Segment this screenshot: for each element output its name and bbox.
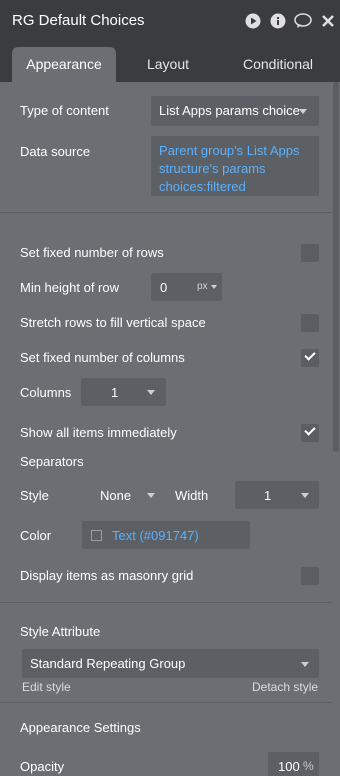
section-divider <box>0 702 332 703</box>
data-source-line: choices:filtered <box>159 179 246 194</box>
chevron-down-icon <box>301 493 309 498</box>
chevron-down-icon <box>147 493 155 498</box>
check-icon <box>304 349 316 361</box>
set-fixed-rows-checkbox[interactable] <box>301 244 319 262</box>
check-icon <box>304 424 316 436</box>
chevron-down-icon <box>211 285 217 289</box>
opacity-unit: % <box>303 759 314 773</box>
set-fixed-columns-checkbox[interactable] <box>301 349 319 367</box>
min-height-row-input[interactable]: 0 px <box>151 273 222 301</box>
show-all-items-label: Show all items immediately <box>20 425 177 440</box>
set-fixed-rows-label: Set fixed number of rows <box>20 245 164 260</box>
style-attribute-label: Style Attribute <box>20 624 101 639</box>
tab-conditional[interactable]: Conditional <box>226 47 330 82</box>
section-divider <box>0 602 332 603</box>
separator-width-dropdown[interactable]: 1 <box>235 481 319 509</box>
data-source-line: structure's params <box>159 161 266 176</box>
separators-label: Separators <box>20 454 84 469</box>
data-source-line: Parent group's List Apps <box>159 143 300 158</box>
color-swatch[interactable] <box>91 530 102 541</box>
type-of-content-value: List Apps params choice <box>159 103 300 118</box>
masonry-checkbox[interactable] <box>301 567 319 585</box>
scrollbar[interactable] <box>333 82 339 452</box>
min-height-row-value: 0 <box>160 280 168 295</box>
columns-value: 1 <box>111 385 119 400</box>
separator-style-value: None <box>100 488 132 503</box>
close-icon[interactable] <box>320 13 336 29</box>
style-value: Standard Repeating Group <box>30 656 186 671</box>
set-fixed-columns-label: Set fixed number of columns <box>20 350 185 365</box>
section-divider <box>0 212 332 213</box>
play-icon[interactable] <box>245 13 261 29</box>
appearance-settings-label: Appearance Settings <box>20 720 141 735</box>
separator-color-label: Color <box>20 528 52 543</box>
chevron-down-icon <box>299 109 307 114</box>
opacity-input[interactable]: 100 % <box>268 752 319 776</box>
masonry-label: Display items as masonry grid <box>20 568 194 583</box>
separator-width-value: 1 <box>264 488 272 503</box>
stretch-rows-checkbox[interactable] <box>301 314 319 332</box>
separator-style-dropdown[interactable]: None <box>82 481 166 509</box>
window-title: RG Default Choices <box>12 12 145 29</box>
columns-label: Columns <box>20 385 72 400</box>
edit-style-link[interactable]: Edit style <box>22 680 71 694</box>
style-dropdown[interactable]: Standard Repeating Group <box>22 649 319 678</box>
data-source-label: Data source <box>20 144 91 159</box>
title-bar: RG Default Choices <box>0 0 340 42</box>
show-all-items-checkbox[interactable] <box>301 424 319 442</box>
opacity-label: Opacity <box>20 759 65 774</box>
chevron-down-icon <box>147 390 155 395</box>
chevron-down-icon <box>301 662 309 667</box>
separator-color-value: Text (#091747) <box>112 528 199 543</box>
type-of-content-label: Type of content <box>20 103 109 118</box>
tab-layout[interactable]: Layout <box>120 47 216 82</box>
separator-style-label: Style <box>20 488 49 503</box>
separator-color-picker[interactable]: Text (#091747) <box>82 521 250 549</box>
tab-bar: Appearance Layout Conditional <box>0 42 340 82</box>
min-height-row-label: Min height of row <box>20 280 119 295</box>
info-icon[interactable] <box>270 13 286 29</box>
stretch-rows-label: Stretch rows to fill vertical space <box>20 315 206 330</box>
columns-dropdown[interactable]: 1 <box>81 378 166 406</box>
type-of-content-dropdown[interactable]: List Apps params choice <box>151 96 319 126</box>
comment-icon[interactable] <box>294 13 312 29</box>
separator-width-label: Width <box>175 488 209 503</box>
detach-style-link[interactable]: Detach style <box>252 680 318 694</box>
opacity-value: 100 <box>278 759 300 774</box>
data-source-expression[interactable]: Parent group's List Apps structure's par… <box>151 136 319 196</box>
unit-dropdown[interactable]: px <box>197 281 208 292</box>
tab-appearance[interactable]: Appearance <box>12 47 116 82</box>
